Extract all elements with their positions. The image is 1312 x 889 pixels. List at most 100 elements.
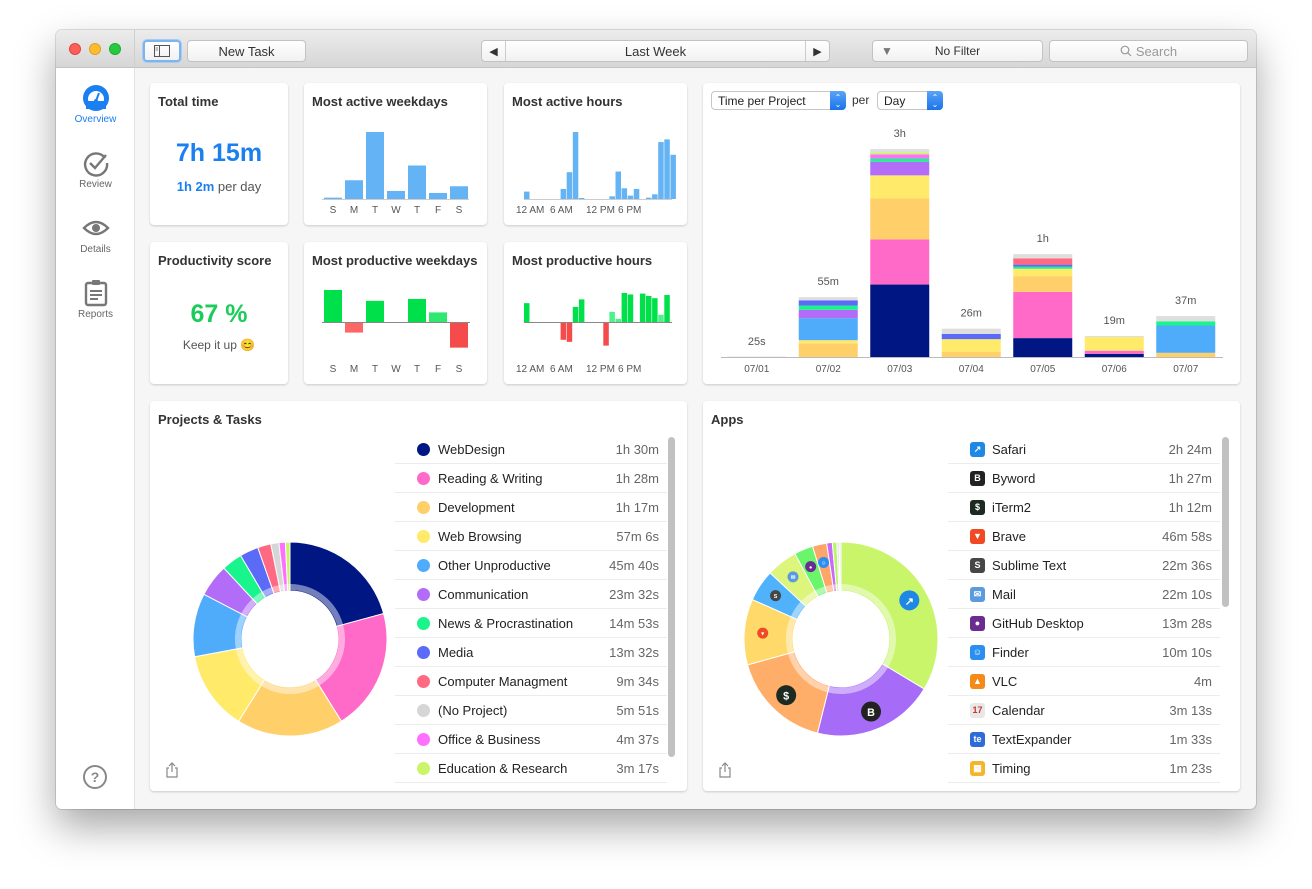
- share-icon[interactable]: [718, 762, 732, 778]
- close-window-button[interactable]: [69, 43, 81, 55]
- bar: [627, 195, 634, 199]
- previous-period-button[interactable]: ◀: [482, 41, 506, 61]
- color-dot-icon: [417, 674, 430, 688]
- bar: [609, 196, 615, 199]
- tick-label: M: [350, 364, 358, 375]
- apps-card: Apps ↗ B $ ▼ S ✉ ● ☺ ↗ Safari 2h 24m B Byword 1h 27m…: [703, 401, 1240, 791]
- stack-segment: [1013, 268, 1073, 277]
- period-label[interactable]: Last Week: [625, 44, 686, 59]
- tick-label: W: [391, 364, 401, 375]
- toggle-sidebar-button[interactable]: [143, 40, 181, 62]
- period-selector: ◀ Last Week ▶: [481, 40, 830, 62]
- bar: [450, 186, 468, 199]
- active-weekdays-card: Most active weekdays SMTWTFS: [304, 83, 487, 225]
- stack-segment: [941, 339, 1001, 352]
- item-duration: 23m 32s: [609, 586, 659, 602]
- bar: [572, 132, 579, 199]
- list-item[interactable]: Development 1h 17m: [395, 493, 667, 522]
- stack-segment: [1013, 258, 1073, 265]
- list-item[interactable]: (No Project) 5m 51s: [395, 696, 667, 725]
- stack-segment: [870, 154, 930, 159]
- apps-scrollbar[interactable]: [1222, 437, 1229, 607]
- zoom-window-button[interactable]: [109, 43, 121, 55]
- help-button[interactable]: ?: [83, 765, 107, 789]
- stack-segment: [1156, 316, 1216, 322]
- list-item[interactable]: News & Procrastination 14m 53s: [395, 609, 667, 638]
- bar: [324, 197, 342, 199]
- calendar-icon: 17: [970, 702, 985, 718]
- byword-icon-glyph: B: [867, 707, 875, 719]
- sublime-text-icon: S: [970, 557, 985, 573]
- bar: [670, 154, 676, 199]
- per-day-suffix: per day: [214, 179, 262, 194]
- list-item[interactable]: Office & Business 4m 37s: [395, 725, 667, 754]
- sidebar-item-reports[interactable]: Reports: [56, 279, 135, 320]
- list-item[interactable]: Other Unproductive 45m 40s: [395, 551, 667, 580]
- finder-icon-glyph: ☺: [821, 561, 827, 567]
- item-duration: 3m 17s: [616, 760, 659, 776]
- item-label: iTerm2: [992, 499, 1032, 515]
- apps-list: ↗ Safari 2h 24m B Byword 1h 27m $ iTerm2 1h 12m ▼…: [948, 435, 1220, 783]
- list-item[interactable]: Education & Research 3m 17s: [395, 754, 667, 783]
- stack-segment: [941, 328, 1001, 334]
- item-label: Computer Managment: [438, 673, 568, 689]
- stack-segment: [1013, 276, 1073, 292]
- list-item[interactable]: WebDesign 1h 30m: [395, 435, 667, 464]
- stack-segment: [1156, 321, 1216, 326]
- list-item[interactable]: Media 13m 32s: [395, 638, 667, 667]
- list-item[interactable]: ▲ VLC 4m: [948, 667, 1220, 696]
- list-item[interactable]: te TextExpander 1m 33s: [948, 725, 1220, 754]
- search-placeholder: Search: [1135, 43, 1178, 59]
- item-duration: 1h 30m: [615, 441, 659, 457]
- bar: [324, 290, 342, 322]
- minimize-window-button[interactable]: [89, 43, 101, 55]
- item-duration: 10m 10s: [1162, 644, 1212, 660]
- mail-icon: ✉: [970, 586, 985, 602]
- tick-label: T: [414, 364, 420, 375]
- list-item[interactable]: S Sublime Text 22m 36s: [948, 551, 1220, 580]
- total-label: 37m: [1175, 295, 1196, 307]
- filter-button[interactable]: ▼ No Filter: [872, 40, 1043, 62]
- projects-scrollbar[interactable]: [668, 437, 675, 757]
- donut-inner-ring: [839, 584, 841, 591]
- bar: [615, 318, 621, 322]
- search-field[interactable]: Search: [1049, 40, 1248, 62]
- sidebar-item-details[interactable]: Details: [56, 214, 135, 255]
- tick-label: S: [456, 205, 463, 216]
- list-item[interactable]: ▼ Brave 46m 58s: [948, 522, 1220, 551]
- share-icon[interactable]: [165, 762, 179, 778]
- sidebar-item-overview[interactable]: Overview: [56, 84, 135, 125]
- list-item[interactable]: ● GitHub Desktop 13m 28s: [948, 609, 1220, 638]
- next-period-button[interactable]: ▶: [805, 41, 829, 61]
- list-item[interactable]: ▦ Timing 1m 23s: [948, 754, 1220, 783]
- list-item[interactable]: Reading & Writing 1h 28m: [395, 464, 667, 493]
- list-item[interactable]: Web Browsing 57m 6s: [395, 522, 667, 551]
- color-dot-icon: [417, 616, 430, 630]
- list-item[interactable]: ↗ Safari 2h 24m: [948, 435, 1220, 464]
- toolbar-divider: [134, 30, 135, 68]
- item-label: Other Unproductive: [438, 557, 551, 573]
- bar: [408, 165, 426, 199]
- total-label: 25s: [748, 336, 766, 348]
- list-item[interactable]: Computer Managment 9m 34s: [395, 667, 667, 696]
- list-item[interactable]: $ iTerm2 1h 12m: [948, 493, 1220, 522]
- total-label: 55m: [818, 276, 839, 288]
- list-item[interactable]: 17 Calendar 3m 13s: [948, 696, 1220, 725]
- list-item[interactable]: ✉ Mail 22m 10s: [948, 580, 1220, 609]
- new-task-button[interactable]: New Task: [187, 40, 306, 62]
- list-item[interactable]: B Byword 1h 27m: [948, 464, 1220, 493]
- stack-segment: [798, 318, 858, 341]
- tick-label: S: [456, 364, 463, 375]
- list-item[interactable]: ☺ Finder 10m 10s: [948, 638, 1220, 667]
- stack-segment: [870, 198, 930, 240]
- list-item[interactable]: Communication 23m 32s: [395, 580, 667, 609]
- brave-icon: ▼: [970, 528, 985, 544]
- sidebar-item-review[interactable]: Review: [56, 149, 135, 190]
- item-duration: 13m 32s: [609, 644, 659, 660]
- item-duration: 22m 36s: [1162, 557, 1212, 573]
- item-label: TextExpander: [992, 731, 1072, 747]
- sidebar-item-label: Review: [79, 179, 112, 190]
- item-label: WebDesign: [438, 441, 505, 457]
- productivity-message: Keep it up 😊: [182, 338, 256, 352]
- tick-label: 07/06: [1102, 364, 1127, 375]
